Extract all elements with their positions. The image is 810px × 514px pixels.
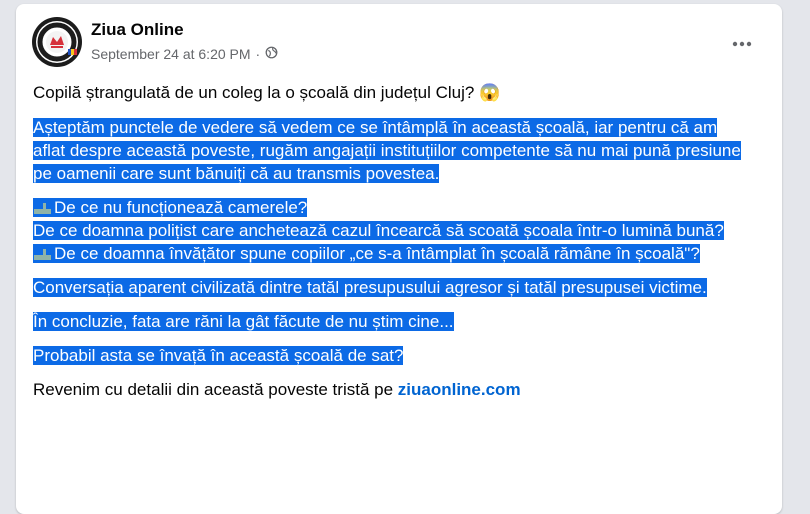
question-1: De ce nu funcționează camerele? xyxy=(54,198,308,217)
body-paragraph: În concluzie, fata are răni la gât făcut… xyxy=(33,310,753,333)
page-name[interactable]: Ziua Online xyxy=(91,20,184,40)
post-card: Ziua Online September 24 at 6:20 PM · Co… xyxy=(16,4,782,514)
closing-paragraph: Revenim cu detalii din această poveste t… xyxy=(33,378,753,401)
selected-text: De ce nu funcționează camerele? De ce doa… xyxy=(33,198,724,263)
page-avatar[interactable] xyxy=(32,17,82,67)
body-paragraph: Conversația aparent civilizată dintre ta… xyxy=(33,276,753,299)
selected-text: Conversația aparent civilizată dintre ta… xyxy=(33,278,707,297)
questions-paragraph: De ce nu funcționează camerele? De ce doa… xyxy=(33,196,753,265)
body-paragraph: Așteptăm punctele de vedere să vedem ce … xyxy=(33,116,753,185)
website-link[interactable]: ziuaonline.com xyxy=(398,380,521,399)
selected-text: Probabil asta se învață în această școal… xyxy=(33,346,404,365)
post-headline: Copilă ștrangulată de un coleg la o școa… xyxy=(33,83,501,102)
question-3: De ce doamna învățător spune copiilor „c… xyxy=(54,244,700,263)
pointing-hand-icon xyxy=(33,244,52,260)
selected-text: În concluzie, fata are răni la gât făcut… xyxy=(33,312,454,331)
meta-separator: · xyxy=(255,46,261,62)
question-2: De ce doamna polițist care anchetează ca… xyxy=(33,221,724,240)
selected-text: Așteptăm punctele de vedere să vedem ce … xyxy=(33,118,741,183)
ziua-online-logo xyxy=(36,21,78,63)
body-paragraph: Probabil asta se învață în această școal… xyxy=(33,344,753,367)
post-content: Copilă ștrangulată de un coleg la o școa… xyxy=(33,81,753,401)
pointing-hand-icon xyxy=(33,198,52,214)
post-timestamp[interactable]: September 24 at 6:20 PM xyxy=(91,46,251,62)
more-options-icon[interactable] xyxy=(724,26,760,62)
closing-text: Revenim cu detalii din această poveste t… xyxy=(33,380,394,399)
post-meta: September 24 at 6:20 PM · xyxy=(91,46,278,62)
globe-icon[interactable] xyxy=(265,46,278,62)
